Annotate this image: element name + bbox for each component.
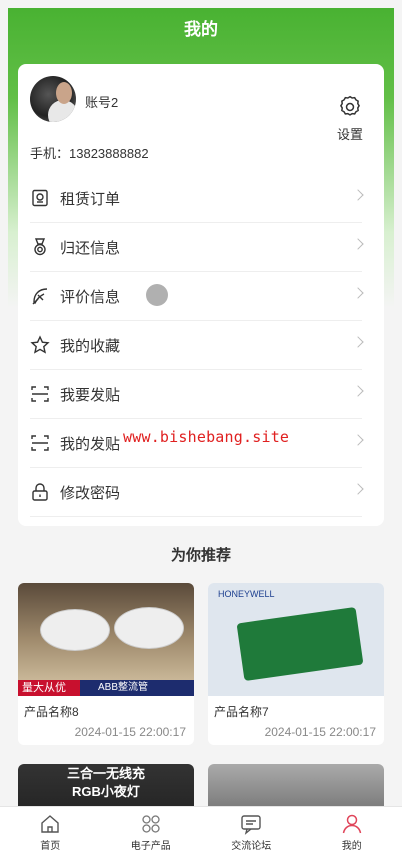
menu-item-label: 我的发贴 bbox=[60, 433, 120, 454]
settings-label: 设置 bbox=[330, 124, 370, 143]
menu-item-return-info[interactable]: 归还信息 bbox=[30, 223, 362, 272]
product-image-part bbox=[237, 607, 364, 681]
menu-item-change-password[interactable]: 修改密码 bbox=[30, 468, 362, 517]
product-card[interactable]: HONEYWELL 产品名称7 2024-01-15 22:00:17 bbox=[208, 583, 384, 745]
tab-mine[interactable]: 我的 bbox=[302, 807, 402, 859]
tab-forum[interactable]: 交流论坛 bbox=[201, 807, 302, 859]
product-banner-text: RGB小夜灯 bbox=[18, 782, 194, 800]
product-card[interactable]: 量大从优 ABB整流管 产品名称8 2024-01-15 22:00:17 bbox=[18, 583, 194, 745]
product-date: 2024-01-15 22:00:17 bbox=[75, 725, 186, 739]
gear-icon bbox=[337, 94, 363, 120]
menu-item-label: 租赁订单 bbox=[60, 188, 120, 209]
person-icon bbox=[341, 813, 363, 835]
product-banner-text: 三合一无线充 bbox=[18, 764, 194, 782]
chevron-right-icon bbox=[352, 287, 363, 298]
phone-value: 13823888882 bbox=[69, 146, 149, 161]
settings-button[interactable]: 设置 bbox=[330, 94, 370, 143]
page-title: 我的 bbox=[0, 18, 402, 42]
phone-number: 手机：13823888882 bbox=[30, 143, 149, 162]
menu-item-reviews[interactable]: 评价信息 bbox=[30, 272, 362, 321]
menu-item-new-post[interactable]: 我要发贴 bbox=[30, 370, 362, 419]
product-image: HONEYWELL bbox=[208, 583, 384, 696]
bottom-tab-bar: 首页 电子产品 交流论坛 我的 bbox=[0, 806, 402, 859]
tab-home[interactable]: 首页 bbox=[0, 807, 101, 859]
product-date: 2024-01-15 22:00:17 bbox=[265, 725, 376, 739]
star-icon bbox=[30, 335, 50, 355]
tab-label: 电子产品 bbox=[101, 837, 202, 852]
chevron-right-icon bbox=[352, 385, 363, 396]
menu-item-label: 修改密码 bbox=[60, 482, 120, 503]
grid-icon bbox=[140, 813, 162, 835]
watermark: www.bishebang.site bbox=[123, 428, 289, 446]
chevron-right-icon bbox=[352, 189, 363, 200]
menu-item-label: 评价信息 bbox=[60, 286, 120, 307]
menu-list: 租赁订单 归还信息 评价信息 我的收藏 我要发贴 我的发贴 bbox=[30, 174, 362, 517]
chat-icon bbox=[240, 813, 262, 835]
scan-icon bbox=[30, 384, 50, 404]
chevron-right-icon bbox=[352, 483, 363, 494]
profile-card: 账号2 设置 手机：13823888882 租赁订单 归还信息 评价信息 我的收… bbox=[18, 64, 384, 526]
menu-item-label: 归还信息 bbox=[60, 237, 120, 258]
product-image-part bbox=[40, 609, 110, 651]
lock-icon bbox=[30, 482, 50, 502]
product-banner-text: ABB整流管 bbox=[98, 680, 148, 696]
touch-indicator bbox=[146, 284, 168, 306]
order-icon bbox=[30, 188, 50, 208]
username: 账号2 bbox=[85, 92, 118, 111]
menu-item-rental-orders[interactable]: 租赁订单 bbox=[30, 174, 362, 223]
tab-label: 我的 bbox=[302, 837, 402, 852]
product-name: 产品名称7 bbox=[214, 703, 269, 720]
tab-electronics[interactable]: 电子产品 bbox=[101, 807, 202, 859]
menu-item-favorites[interactable]: 我的收藏 bbox=[30, 321, 362, 370]
menu-item-label: 我的收藏 bbox=[60, 335, 120, 356]
chevron-right-icon bbox=[352, 238, 363, 249]
medal-icon bbox=[30, 237, 50, 257]
chevron-right-icon bbox=[352, 434, 363, 445]
brand-logo-text: HONEYWELL bbox=[218, 589, 275, 599]
product-image-part bbox=[114, 607, 184, 649]
tab-label: 首页 bbox=[0, 837, 101, 852]
chevron-right-icon bbox=[352, 336, 363, 347]
promo-badge: 量大从优 bbox=[18, 680, 80, 696]
recommend-title: 为你推荐 bbox=[0, 544, 402, 565]
product-image: 量大从优 ABB整流管 bbox=[18, 583, 194, 696]
feather-icon bbox=[30, 286, 50, 306]
scan-icon bbox=[30, 433, 50, 453]
product-name: 产品名称8 bbox=[24, 703, 79, 720]
tab-label: 交流论坛 bbox=[201, 837, 302, 852]
phone-label: 手机： bbox=[30, 146, 69, 161]
home-icon bbox=[39, 813, 61, 835]
menu-item-label: 我要发贴 bbox=[60, 384, 120, 405]
avatar-face bbox=[56, 82, 72, 104]
avatar[interactable] bbox=[30, 76, 76, 122]
